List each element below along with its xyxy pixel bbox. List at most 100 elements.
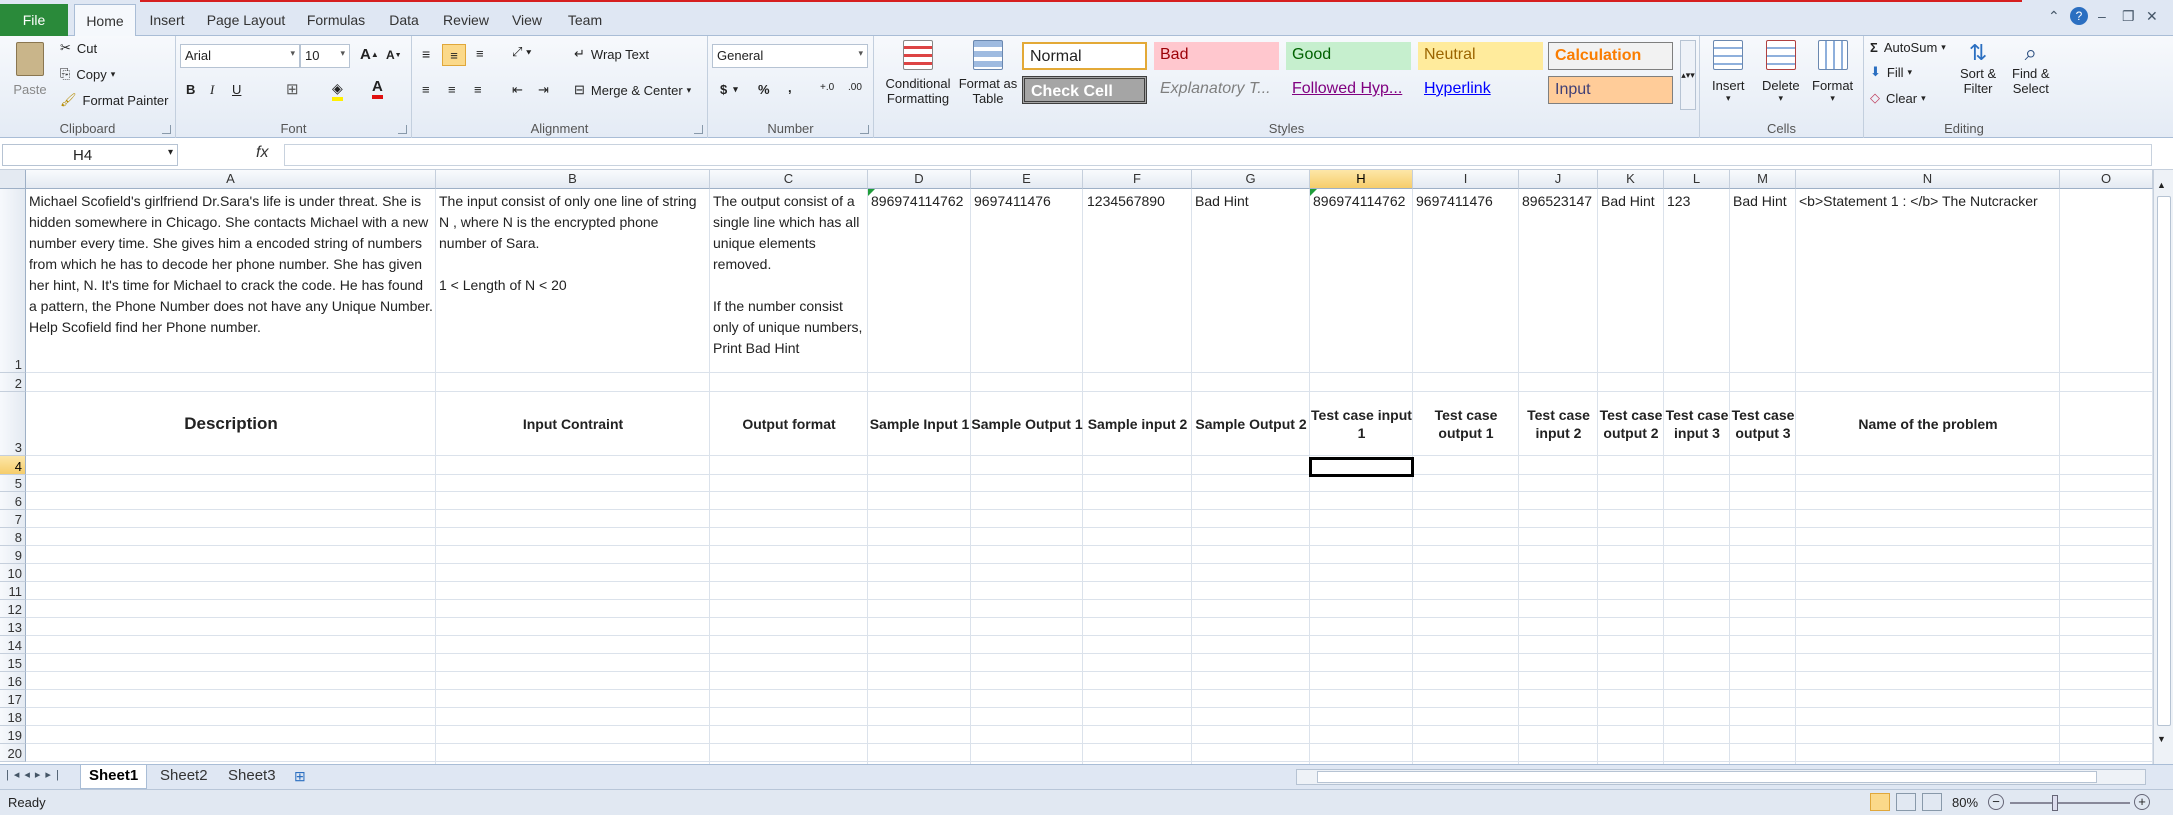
row-header-19[interactable]: 19 <box>0 726 26 744</box>
decrease-decimal-icon[interactable]: .00 <box>848 82 862 93</box>
cell-g1[interactable]: Bad Hint <box>1192 189 1310 214</box>
tab-formulas[interactable]: Formulas <box>302 4 370 36</box>
row-header-14[interactable]: 14 <box>0 636 26 654</box>
horizontal-scroll-thumb[interactable] <box>1317 771 2097 783</box>
insert-cells-button[interactable]: Insert ▾ <box>1712 40 1745 104</box>
decrease-indent-icon[interactable]: ⇤ <box>512 82 523 98</box>
tab-view[interactable]: View <box>504 4 550 36</box>
row-header-7[interactable]: 7 <box>0 510 26 528</box>
scroll-thumb[interactable] <box>2157 196 2171 726</box>
clipboard-launcher-icon[interactable] <box>162 125 171 134</box>
paste-button[interactable]: Paste <box>10 42 50 97</box>
cell-e3[interactable]: Sample Output 1 <box>971 392 1083 456</box>
cell-b3[interactable]: Input Contraint <box>436 392 710 456</box>
page-layout-view-icon[interactable] <box>1896 793 1916 811</box>
minimize-ribbon-icon[interactable]: ⌃ <box>2048 8 2060 25</box>
increase-indent-icon[interactable]: ⇥ <box>538 82 549 98</box>
zoom-out-icon[interactable]: − <box>1988 794 2004 810</box>
active-cell-h4[interactable] <box>1309 457 1414 477</box>
style-bad[interactable]: Bad <box>1154 42 1279 70</box>
cell-m3[interactable]: Test case output 3 <box>1730 392 1796 456</box>
sheet-tab-1[interactable]: Sheet1 <box>80 765 148 789</box>
cell-e1[interactable]: 9697411476 <box>971 189 1083 214</box>
style-check-cell[interactable]: Check Cell <box>1022 76 1147 104</box>
page-break-view-icon[interactable] <box>1922 793 1942 811</box>
column-header-f[interactable]: F <box>1083 170 1192 189</box>
cell-b1[interactable]: The input consist of only one line of st… <box>436 189 710 373</box>
row-header-13[interactable]: 13 <box>0 618 26 636</box>
style-input[interactable]: Input <box>1548 76 1673 104</box>
tab-review[interactable]: Review <box>438 4 494 36</box>
format-as-table-button[interactable]: Format as Table <box>958 40 1018 106</box>
autosum-button[interactable]: Σ AutoSum ▾ <box>1870 40 1946 55</box>
cell-h1[interactable]: 896974114762 <box>1310 189 1413 214</box>
cell-f1[interactable]: 1234567890 <box>1083 189 1192 214</box>
italic-button[interactable]: I <box>210 82 214 98</box>
font-size-combo[interactable]: 10 ▾ <box>300 44 350 68</box>
cell-l1[interactable]: 123 <box>1664 189 1730 214</box>
style-hyperlink[interactable]: Hyperlink <box>1418 76 1543 104</box>
select-all-corner[interactable] <box>0 170 26 189</box>
sheet-nav-icon[interactable]: |◂◂▸▸| <box>6 768 64 781</box>
column-header-h[interactable]: H <box>1310 170 1413 189</box>
increase-decimal-icon[interactable]: +.0 <box>820 82 834 93</box>
name-box[interactable]: H4 ▾ <box>2 144 178 166</box>
format-painter-button[interactable]: 🖌 Format Painter <box>60 92 169 108</box>
sheet-tab-3[interactable]: Sheet3 <box>220 765 284 789</box>
cell-a3[interactable]: Description <box>26 392 436 456</box>
cell-c1[interactable]: The output consist of a single line whic… <box>710 189 868 373</box>
row-header-15[interactable]: 15 <box>0 654 26 672</box>
bottom-align-icon[interactable]: ≡ <box>476 46 484 61</box>
row-header-16[interactable]: 16 <box>0 672 26 690</box>
cell-m1[interactable]: Bad Hint <box>1730 189 1796 214</box>
alignment-launcher-icon[interactable] <box>694 125 703 134</box>
delete-cells-button[interactable]: Delete ▾ <box>1762 40 1800 104</box>
tab-team[interactable]: Team <box>560 4 610 36</box>
tab-data[interactable]: Data <box>380 4 428 36</box>
row-header-8[interactable]: 8 <box>0 528 26 546</box>
row-header-4[interactable]: 4 <box>0 456 26 475</box>
bold-button[interactable]: B <box>186 82 195 97</box>
align-right-icon[interactable]: ≡ <box>474 82 482 97</box>
zoom-slider-thumb[interactable] <box>2052 795 2058 811</box>
cell-d3[interactable]: Sample Input 1 <box>868 392 971 456</box>
merge-center-button[interactable]: ⊟ Merge & Center ▾ <box>574 82 691 98</box>
row-header-1[interactable]: 1 <box>0 189 26 373</box>
cell-d1[interactable]: 896974114762 <box>868 189 971 214</box>
align-center-icon[interactable]: ≡ <box>448 82 456 97</box>
window-minimize-icon[interactable]: – <box>2098 8 2106 24</box>
file-tab[interactable]: File <box>0 4 68 36</box>
vertical-scrollbar[interactable]: ▲ ▼ <box>2153 170 2173 764</box>
orientation-icon[interactable]: ⤢ ▾ <box>512 44 531 60</box>
comma-button[interactable]: , <box>788 80 792 95</box>
style-neutral[interactable]: Neutral <box>1418 42 1543 70</box>
row-header-11[interactable]: 11 <box>0 582 26 600</box>
horizontal-scrollbar[interactable] <box>1296 769 2146 785</box>
worksheet-grid[interactable]: ABCDEFGHIJKLMNO 1 2 3 4 5 6 7 8 9 10 11 12 13 14 15 16 1… <box>0 170 2173 764</box>
conditional-formatting-button[interactable]: Conditional Formatting <box>880 40 956 106</box>
column-header-o[interactable]: O <box>2060 170 2153 189</box>
style-normal[interactable]: Normal <box>1022 42 1147 70</box>
font-name-combo[interactable]: Arial ▾ <box>180 44 300 68</box>
styles-scroll-icon[interactable]: ▴▾▾ <box>1680 40 1696 110</box>
column-header-i[interactable]: I <box>1413 170 1519 189</box>
cut-button[interactable]: ✂ Cut <box>60 40 97 56</box>
cell-f3[interactable]: Sample input 2 <box>1083 392 1192 456</box>
cell-k3[interactable]: Test case output 2 <box>1598 392 1664 456</box>
column-header-l[interactable]: L <box>1664 170 1730 189</box>
font-color-button[interactable]: A <box>372 78 383 99</box>
cell-l3[interactable]: Test case input 3 <box>1664 392 1730 456</box>
zoom-in-icon[interactable]: + <box>2134 794 2150 810</box>
window-close-icon[interactable]: ✕ <box>2146 8 2158 25</box>
insert-function-icon[interactable]: fx <box>256 144 268 162</box>
row-header-17[interactable]: 17 <box>0 690 26 708</box>
tab-insert[interactable]: Insert <box>142 4 192 36</box>
font-launcher-icon[interactable] <box>398 125 407 134</box>
normal-view-icon[interactable] <box>1870 793 1890 811</box>
cell-j3[interactable]: Test case input 2 <box>1519 392 1598 456</box>
row-header-9[interactable]: 9 <box>0 546 26 564</box>
cell-i1[interactable]: 9697411476 <box>1413 189 1519 214</box>
number-launcher-icon[interactable] <box>860 125 869 134</box>
new-sheet-icon[interactable]: ⊞ <box>294 768 306 785</box>
column-header-g[interactable]: G <box>1192 170 1310 189</box>
